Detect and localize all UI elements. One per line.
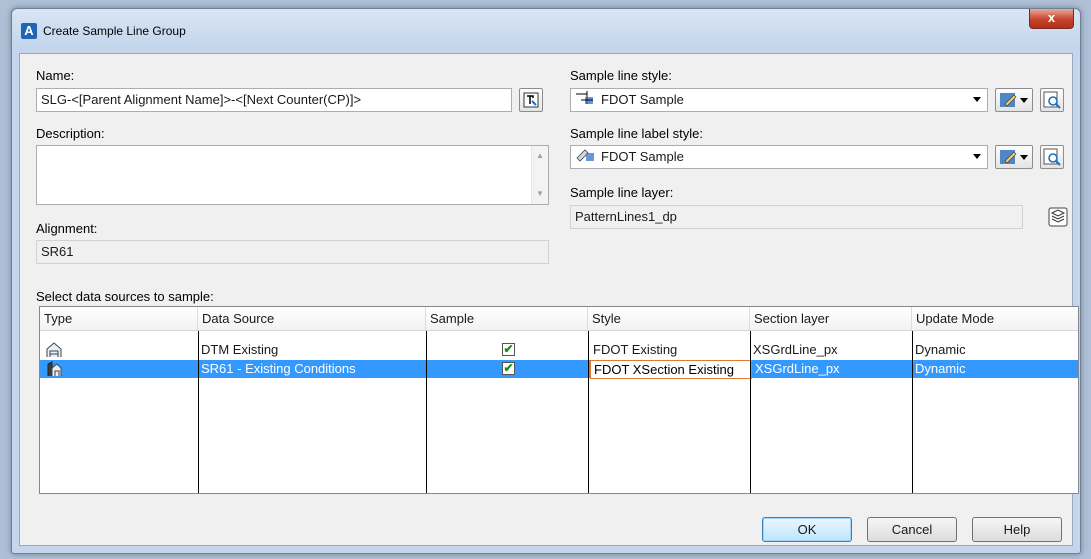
autocad-app-icon: A: [21, 23, 37, 39]
description-label: Description:: [36, 126, 105, 141]
chevron-down-icon: [973, 97, 981, 102]
column-divider: [588, 331, 589, 493]
update-mode-cell[interactable]: Dynamic: [912, 360, 1080, 378]
sample-line-label-style-edit-button[interactable]: [995, 145, 1033, 169]
column-header-section-layer[interactable]: Section layer: [750, 307, 912, 331]
edit-style-icon: [1000, 150, 1017, 164]
chevron-down-icon: [1020, 155, 1028, 160]
corridor-type-icon: [42, 360, 72, 378]
alignment-label: Alignment:: [36, 221, 98, 236]
magnifier-icon: [1043, 148, 1061, 166]
ok-button[interactable]: OK: [762, 517, 852, 542]
sample-line-label-style-label: Sample line label style:: [570, 126, 703, 141]
name-template-icon: [523, 92, 539, 108]
layers-icon: [1048, 207, 1068, 227]
column-header-type[interactable]: Type: [40, 307, 198, 331]
magnifier-icon: [1043, 91, 1061, 109]
sample-line-style-edit-button[interactable]: [995, 88, 1033, 112]
data-source-cell: DTM Existing: [201, 342, 279, 357]
column-header-style[interactable]: Style: [588, 307, 750, 331]
style-cell-editing[interactable]: FDOT XSection Existing: [590, 360, 752, 379]
cancel-button[interactable]: Cancel: [867, 517, 957, 542]
sample-checkbox[interactable]: ✔: [502, 362, 515, 375]
description-scrollbar[interactable]: ▲ ▼: [531, 146, 548, 204]
create-sample-line-group-dialog: A Create Sample Line Group x Name: SLG-<…: [11, 8, 1081, 554]
update-mode-cell[interactable]: Dynamic: [912, 341, 1080, 359]
description-field[interactable]: ▲ ▼: [36, 145, 549, 205]
column-header-sample[interactable]: Sample: [426, 307, 588, 331]
column-divider: [750, 331, 751, 493]
chevron-down-icon: [973, 154, 981, 159]
alignment-field: SR61: [36, 240, 549, 264]
data-sources-table: Type Data Source Sample Style Section la…: [39, 306, 1079, 494]
sample-line-label-style-preview-button[interactable]: [1040, 145, 1064, 169]
sample-line-layer-label: Sample line layer:: [570, 185, 674, 200]
sample-line-style-preview-button[interactable]: [1040, 88, 1064, 112]
name-template-button[interactable]: [519, 88, 543, 112]
column-header-data-source[interactable]: Data Source: [198, 307, 426, 331]
sample-line-style-label: Sample line style:: [570, 68, 672, 83]
scroll-up-icon[interactable]: ▲: [532, 148, 548, 164]
label-style-icon: [575, 146, 597, 169]
section-layer-cell[interactable]: XSGrdLine_px: [752, 360, 912, 378]
name-field[interactable]: SLG-<[Parent Alignment Name]>-<[Next Cou…: [36, 88, 512, 112]
title-bar[interactable]: A Create Sample Line Group: [12, 9, 1080, 49]
help-button[interactable]: Help: [972, 517, 1062, 542]
chevron-down-icon: [1020, 98, 1028, 103]
column-divider: [912, 331, 913, 493]
name-label: Name:: [36, 68, 75, 83]
sample-line-style-dropdown[interactable]: FDOT Sample: [570, 88, 988, 112]
sample-line-label-style-value: FDOT Sample: [601, 149, 684, 164]
table-row[interactable]: DTM Existing ✔ FDOT Existing XSGrdLine_p…: [40, 341, 1078, 359]
sample-line-layer-field: PatternLines1_dp: [570, 205, 1023, 229]
section-layer-cell[interactable]: XSGrdLine_px: [750, 341, 912, 359]
table-header: Type Data Source Sample Style Section la…: [40, 307, 1078, 331]
dialog-title: Create Sample Line Group: [43, 24, 186, 38]
scroll-down-icon[interactable]: ▼: [532, 186, 548, 202]
column-divider: [198, 331, 199, 493]
sample-line-label-style-dropdown[interactable]: FDOT Sample: [570, 145, 988, 169]
sample-line-style-icon: [575, 89, 597, 112]
layer-picker-button[interactable]: [1046, 205, 1070, 229]
data-sources-label: Select data sources to sample:: [36, 289, 214, 304]
data-source-cell: SR61 - Existing Conditions: [201, 361, 356, 376]
sample-line-style-value: FDOT Sample: [601, 92, 684, 107]
surface-type-icon: [42, 341, 72, 359]
close-button[interactable]: x: [1029, 9, 1074, 29]
table-row-selected[interactable]: SR61 - Existing Conditions ✔ FDOT XSecti…: [40, 360, 1080, 379]
column-header-update-mode[interactable]: Update Mode: [912, 307, 1080, 331]
style-cell[interactable]: FDOT Existing: [590, 341, 750, 359]
sample-checkbox[interactable]: ✔: [502, 343, 515, 356]
edit-style-icon: [1000, 93, 1017, 107]
column-divider: [426, 331, 427, 493]
